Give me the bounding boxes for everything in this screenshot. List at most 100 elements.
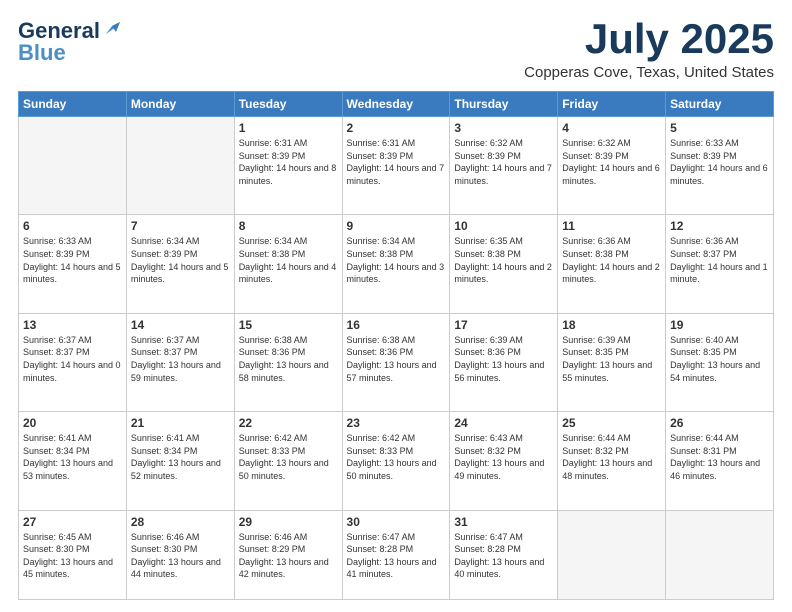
table-row: 7 Sunrise: 6:34 AM Sunset: 8:39 PM Daylig…	[126, 215, 234, 313]
table-row	[558, 510, 666, 600]
day-number: 11	[562, 219, 661, 233]
day-info: Sunrise: 6:36 AM Sunset: 8:38 PM Dayligh…	[562, 235, 661, 285]
day-info: Sunrise: 6:31 AM Sunset: 8:39 PM Dayligh…	[239, 137, 338, 187]
day-info: Sunrise: 6:32 AM Sunset: 8:39 PM Dayligh…	[562, 137, 661, 187]
day-number: 9	[347, 219, 446, 233]
day-number: 1	[239, 121, 338, 135]
day-number: 29	[239, 515, 338, 529]
day-info: Sunrise: 6:44 AM Sunset: 8:31 PM Dayligh…	[670, 432, 769, 482]
calendar-header-row: Sunday Monday Tuesday Wednesday Thursday…	[19, 92, 774, 117]
table-row: 26Sunrise: 6:44 AM Sunset: 8:31 PM Dayli…	[666, 412, 774, 510]
day-info: Sunrise: 6:42 AM Sunset: 8:33 PM Dayligh…	[239, 432, 338, 482]
table-row: 9 Sunrise: 6:34 AM Sunset: 8:38 PM Daylig…	[342, 215, 450, 313]
day-info: Sunrise: 6:34 AM Sunset: 8:38 PM Dayligh…	[239, 235, 338, 285]
day-info: Sunrise: 6:31 AM Sunset: 8:39 PM Dayligh…	[347, 137, 446, 187]
table-row: 27 Sunrise: 6:45 AM Sunset: 8:30 PM Dayli…	[19, 510, 127, 600]
table-row: 3 Sunrise: 6:32 AM Sunset: 8:39 PM Daylig…	[450, 117, 558, 215]
day-number: 27	[23, 515, 122, 529]
table-row: 25Sunrise: 6:44 AM Sunset: 8:32 PM Dayli…	[558, 412, 666, 510]
day-number: 24	[454, 416, 553, 430]
day-info: Sunrise: 6:34 AM Sunset: 8:39 PM Dayligh…	[131, 235, 230, 285]
day-info: Sunrise: 6:32 AM Sunset: 8:39 PM Dayligh…	[454, 137, 553, 187]
day-info: Sunrise: 6:36 AM Sunset: 8:37 PM Dayligh…	[670, 235, 769, 285]
day-number: 14	[131, 318, 230, 332]
day-number: 25	[562, 416, 661, 430]
day-number: 18	[562, 318, 661, 332]
day-number: 31	[454, 515, 553, 529]
day-number: 15	[239, 318, 338, 332]
table-row: 29 Sunrise: 6:46 AM Sunset: 8:29 PM Dayli…	[234, 510, 342, 600]
calendar-table: Sunday Monday Tuesday Wednesday Thursday…	[18, 91, 774, 600]
col-friday: Friday	[558, 92, 666, 117]
day-info: Sunrise: 6:37 AM Sunset: 8:37 PM Dayligh…	[23, 334, 122, 384]
logo: General Blue	[18, 18, 120, 66]
table-row: 8 Sunrise: 6:34 AM Sunset: 8:38 PM Daylig…	[234, 215, 342, 313]
day-info: Sunrise: 6:37 AM Sunset: 8:37 PM Dayligh…	[131, 334, 230, 384]
table-row: 13Sunrise: 6:37 AM Sunset: 8:37 PM Dayli…	[19, 313, 127, 411]
day-info: Sunrise: 6:40 AM Sunset: 8:35 PM Dayligh…	[670, 334, 769, 384]
table-row: 12 Sunrise: 6:36 AM Sunset: 8:37 PM Dayli…	[666, 215, 774, 313]
table-row: 16Sunrise: 6:38 AM Sunset: 8:36 PM Dayli…	[342, 313, 450, 411]
day-number: 20	[23, 416, 122, 430]
day-number: 3	[454, 121, 553, 135]
table-row	[19, 117, 127, 215]
col-saturday: Saturday	[666, 92, 774, 117]
logo-bird-icon	[102, 20, 120, 38]
table-row: 6 Sunrise: 6:33 AM Sunset: 8:39 PM Daylig…	[19, 215, 127, 313]
day-number: 28	[131, 515, 230, 529]
table-row: 18 Sunrise: 6:39 AM Sunset: 8:35 PM Dayli…	[558, 313, 666, 411]
location-title: Copperas Cove, Texas, United States	[524, 64, 774, 81]
col-wednesday: Wednesday	[342, 92, 450, 117]
table-row: 11 Sunrise: 6:36 AM Sunset: 8:38 PM Dayli…	[558, 215, 666, 313]
day-info: Sunrise: 6:46 AM Sunset: 8:30 PM Dayligh…	[131, 531, 230, 581]
table-row: 5 Sunrise: 6:33 AM Sunset: 8:39 PM Daylig…	[666, 117, 774, 215]
day-number: 23	[347, 416, 446, 430]
table-row: 10 Sunrise: 6:35 AM Sunset: 8:38 PM Dayli…	[450, 215, 558, 313]
day-number: 6	[23, 219, 122, 233]
table-row: 1 Sunrise: 6:31 AM Sunset: 8:39 PM Daylig…	[234, 117, 342, 215]
day-number: 4	[562, 121, 661, 135]
day-number: 7	[131, 219, 230, 233]
day-info: Sunrise: 6:47 AM Sunset: 8:28 PM Dayligh…	[454, 531, 553, 581]
table-row: 19Sunrise: 6:40 AM Sunset: 8:35 PM Dayli…	[666, 313, 774, 411]
day-info: Sunrise: 6:46 AM Sunset: 8:29 PM Dayligh…	[239, 531, 338, 581]
logo-blue: Blue	[18, 40, 66, 66]
table-row: 30Sunrise: 6:47 AM Sunset: 8:28 PM Dayli…	[342, 510, 450, 600]
title-block: July 2025 Copperas Cove, Texas, United S…	[524, 18, 774, 81]
table-row: 2 Sunrise: 6:31 AM Sunset: 8:39 PM Daylig…	[342, 117, 450, 215]
calendar-page: General Blue July 2025 Copperas Cove, Te…	[0, 0, 792, 612]
table-row: 23 Sunrise: 6:42 AM Sunset: 8:33 PM Dayli…	[342, 412, 450, 510]
table-row: 31 Sunrise: 6:47 AM Sunset: 8:28 PM Dayli…	[450, 510, 558, 600]
table-row: 4 Sunrise: 6:32 AM Sunset: 8:39 PM Daylig…	[558, 117, 666, 215]
table-row: 22 Sunrise: 6:42 AM Sunset: 8:33 PM Dayli…	[234, 412, 342, 510]
day-info: Sunrise: 6:34 AM Sunset: 8:38 PM Dayligh…	[347, 235, 446, 285]
day-info: Sunrise: 6:41 AM Sunset: 8:34 PM Dayligh…	[23, 432, 122, 482]
table-row: 20 Sunrise: 6:41 AM Sunset: 8:34 PM Dayli…	[19, 412, 127, 510]
day-info: Sunrise: 6:43 AM Sunset: 8:32 PM Dayligh…	[454, 432, 553, 482]
table-row: 15 Sunrise: 6:38 AM Sunset: 8:36 PM Dayli…	[234, 313, 342, 411]
table-row: 17 Sunrise: 6:39 AM Sunset: 8:36 PM Dayli…	[450, 313, 558, 411]
day-info: Sunrise: 6:45 AM Sunset: 8:30 PM Dayligh…	[23, 531, 122, 581]
day-info: Sunrise: 6:35 AM Sunset: 8:38 PM Dayligh…	[454, 235, 553, 285]
col-tuesday: Tuesday	[234, 92, 342, 117]
day-number: 5	[670, 121, 769, 135]
day-number: 17	[454, 318, 553, 332]
header: General Blue July 2025 Copperas Cove, Te…	[18, 18, 774, 81]
col-monday: Monday	[126, 92, 234, 117]
table-row: 24 Sunrise: 6:43 AM Sunset: 8:32 PM Dayli…	[450, 412, 558, 510]
day-info: Sunrise: 6:38 AM Sunset: 8:36 PM Dayligh…	[239, 334, 338, 384]
day-number: 2	[347, 121, 446, 135]
day-info: Sunrise: 6:33 AM Sunset: 8:39 PM Dayligh…	[670, 137, 769, 187]
day-info: Sunrise: 6:42 AM Sunset: 8:33 PM Dayligh…	[347, 432, 446, 482]
day-number: 8	[239, 219, 338, 233]
table-row	[666, 510, 774, 600]
col-thursday: Thursday	[450, 92, 558, 117]
day-number: 12	[670, 219, 769, 233]
day-number: 10	[454, 219, 553, 233]
day-info: Sunrise: 6:33 AM Sunset: 8:39 PM Dayligh…	[23, 235, 122, 285]
month-title: July 2025	[524, 18, 774, 60]
day-info: Sunrise: 6:39 AM Sunset: 8:35 PM Dayligh…	[562, 334, 661, 384]
day-info: Sunrise: 6:39 AM Sunset: 8:36 PM Dayligh…	[454, 334, 553, 384]
day-number: 16	[347, 318, 446, 332]
day-number: 22	[239, 416, 338, 430]
